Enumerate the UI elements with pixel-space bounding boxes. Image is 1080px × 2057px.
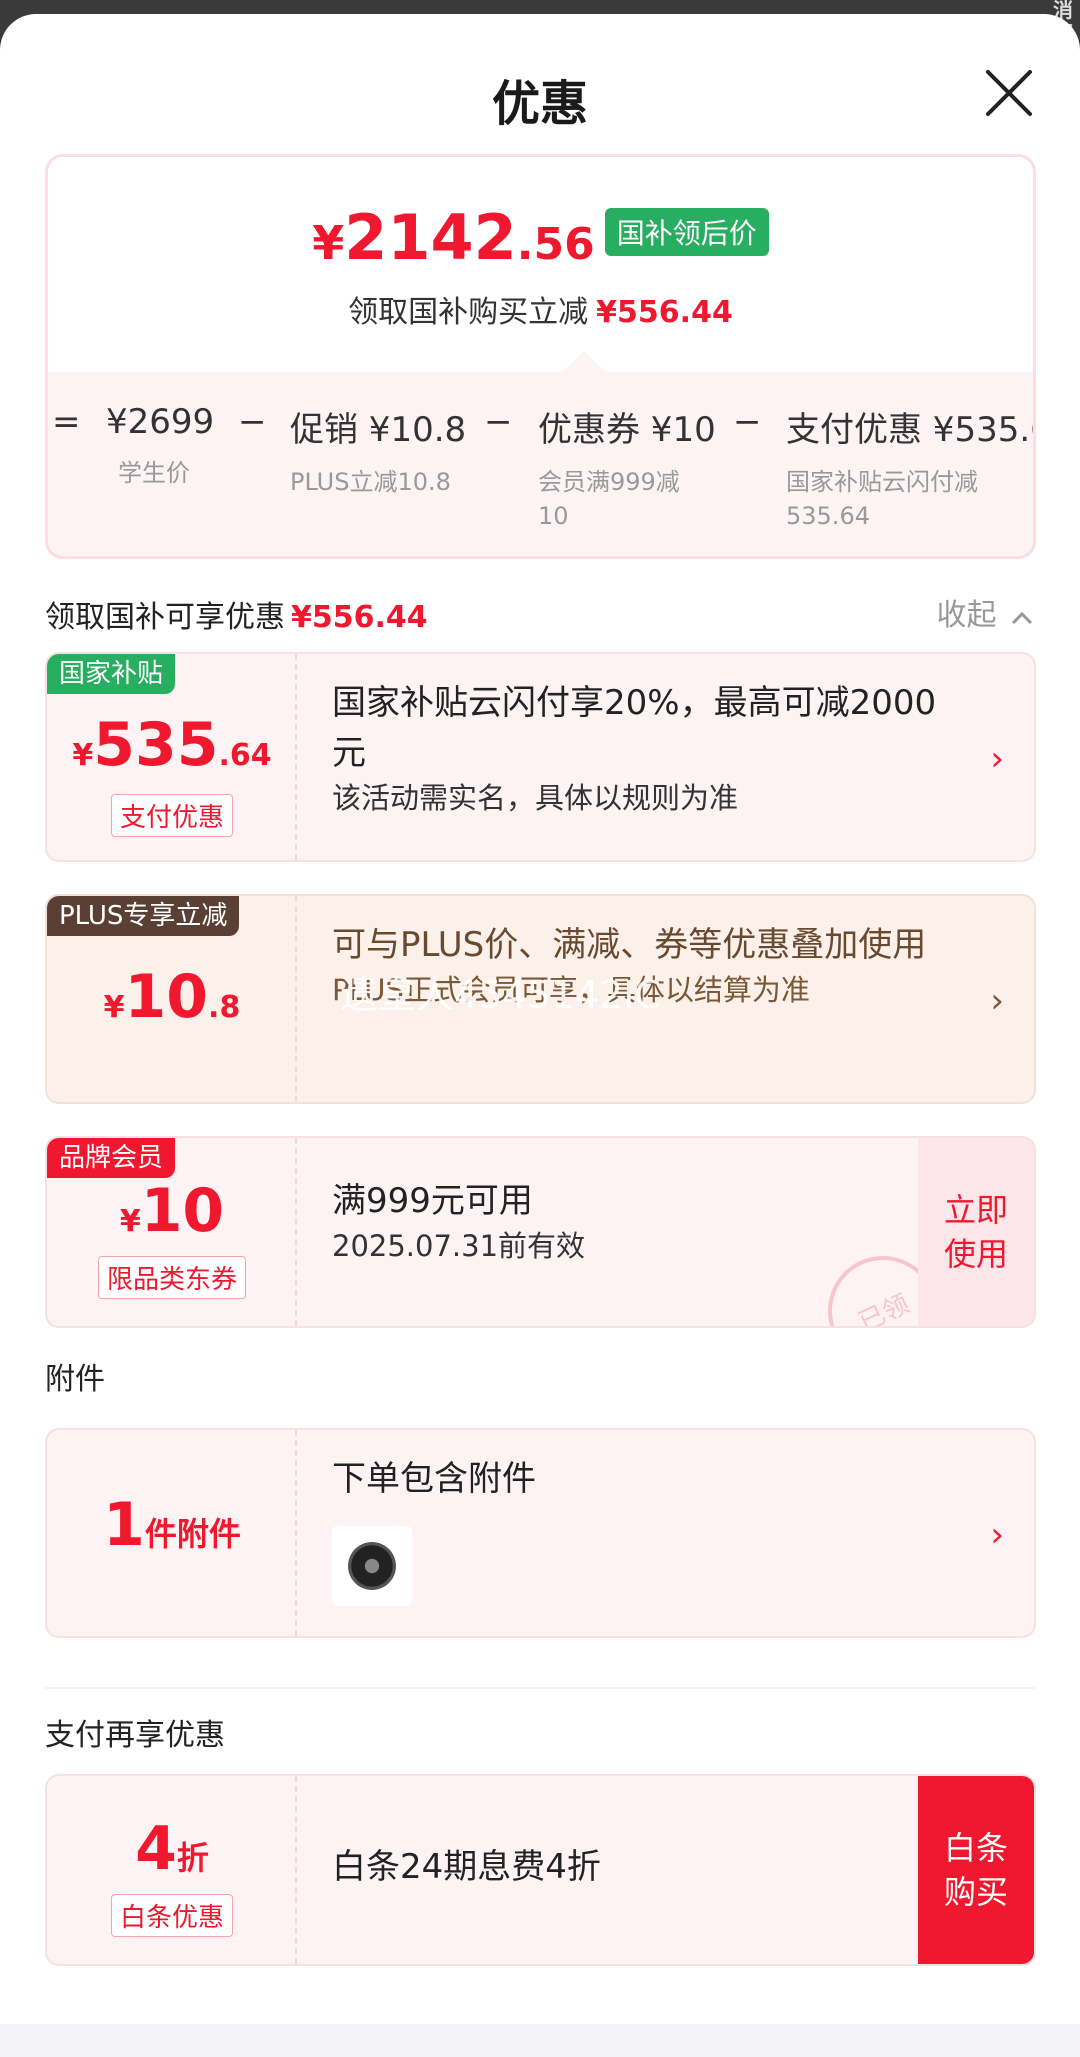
count-unit: 件附件	[144, 1515, 241, 1553]
final-price: ¥2142.56 国补领后价	[48, 201, 1033, 274]
breakdown-op: −	[733, 402, 762, 442]
chevron-up-icon	[1011, 611, 1033, 625]
breakdown-sub: 会员满999减 10	[538, 468, 680, 530]
amount-decimal: .64	[218, 738, 272, 773]
discount-number: 4	[135, 1814, 177, 1884]
section-accessory-header: 附件	[45, 1362, 105, 1397]
section-divider	[45, 1687, 1036, 1689]
card-title: 可与PLUS价、满减、券等优惠叠加使用	[332, 925, 927, 965]
price-integer: 2142	[344, 201, 517, 274]
breakdown-item-coupon: 优惠券 ¥10 会员满999减 10	[538, 402, 716, 533]
accessory-card[interactable]: 1件附件 下单包含附件 ›	[45, 1428, 1036, 1638]
currency-symbol: ¥	[103, 990, 125, 1025]
outdoor-unit-image	[348, 1542, 396, 1590]
amount-decimal: .8	[208, 990, 241, 1025]
currency-symbol: ¥	[72, 738, 94, 773]
card-content: 满999元可用 2025.07.31前有效	[332, 1176, 964, 1266]
discount-value: 4折	[47, 1814, 297, 1884]
card-title: 满999元可用	[332, 1181, 533, 1221]
breakdown-value: 优惠券 ¥10	[538, 410, 716, 450]
card-tag-label: 白条优惠	[110, 1894, 233, 1937]
card-title: 白条24期息费4折	[332, 1847, 601, 1887]
card-content: 白条24期息费4折	[332, 1842, 964, 1892]
card-tag: 支付优惠	[47, 794, 297, 837]
breakdown-op: −	[238, 402, 267, 442]
section-title: 领取国补可享优惠	[45, 600, 285, 635]
card-left: 1件附件	[47, 1430, 297, 1636]
accessory-thumbnail	[332, 1526, 412, 1606]
amount-integer: 10	[124, 962, 209, 1032]
breakdown-op: =	[52, 402, 81, 442]
chevron-right-icon[interactable]: ›	[990, 981, 1004, 1021]
card-tag-label: 支付优惠	[110, 794, 233, 837]
card-amount: ¥10.8	[47, 962, 297, 1032]
amount-integer: 535	[93, 710, 219, 780]
save-text: 领取国补购买立减	[348, 295, 589, 330]
price-decimal: .56	[516, 219, 595, 270]
card-subtitle: PLUS正式会员可享，具体以结算为准	[332, 973, 810, 1007]
card-content: 国家补贴云闪付享20%，最高可减2000元 该活动需实名，具体以规则为准	[332, 678, 964, 818]
price-summary: ¥2142.56 国补领后价 领取国补购买立减 ¥556.44 = ¥2699 学生…	[45, 154, 1036, 559]
breakdown-value: 支付优惠 ¥535.6	[786, 410, 1036, 450]
bottom-bar	[0, 2024, 1080, 2057]
breakdown-item-promo: 促销 ¥10.8 PLUS立减10.8	[290, 402, 466, 499]
card-title: 国家补贴云闪付享20%，最高可减2000元	[332, 683, 937, 773]
breakdown-sub: 学生价	[118, 459, 190, 487]
collapse-button[interactable]: 收起	[936, 590, 1034, 634]
breakdown-value: 促销 ¥10.8	[290, 410, 467, 450]
save-line: 领取国补购买立减 ¥556.44	[48, 287, 1033, 331]
breakdown-sub: 国家补贴云闪付减 535.64	[786, 468, 978, 530]
card-left: 品牌会员 ¥10 限品类东券	[47, 1138, 297, 1326]
subsidy-card[interactable]: 国家补贴 ¥535.64 支付优惠 国家补贴云闪付享20%，最高可减2000元 …	[45, 652, 1036, 862]
amount-integer: 10	[140, 1176, 225, 1246]
save-amount: ¥556.44	[596, 295, 733, 330]
card-left: 4折 白条优惠	[47, 1776, 297, 1964]
card-badge: PLUS专享立减	[47, 896, 240, 936]
plus-card[interactable]: PLUS专享立减 ¥10.8 可与PLUS价、满减、券等优惠叠加使用 PLUS正…	[45, 894, 1036, 1104]
card-content: 可与PLUS价、满减、券等优惠叠加使用 PLUS正式会员可享，具体以结算为准	[332, 920, 964, 1010]
card-amount: ¥535.64	[47, 710, 297, 780]
baitiao-buy-button[interactable]: 白条 购买	[918, 1776, 1034, 1964]
card-tag: 限品类东券	[47, 1256, 297, 1299]
card-amount: ¥10	[47, 1176, 297, 1246]
breakdown-op: −	[484, 402, 513, 442]
card-title: 下单包含附件	[332, 1459, 536, 1499]
section-payment-header: 支付再享优惠	[45, 1718, 225, 1753]
price-tag: 国补领后价	[604, 208, 769, 256]
card-left: 国家补贴 ¥535.64 支付优惠	[47, 654, 297, 860]
coupon-card: 品牌会员 ¥10 限品类东券 满999元可用 2025.07.31前有效 已领 …	[45, 1136, 1036, 1328]
price-breakdown: = ¥2699 学生价 − 促销 ¥10.8 PLUS立减10.8 − 优惠券 …	[48, 372, 1036, 556]
card-badge: 国家补贴	[47, 654, 176, 694]
card-badge: 品牌会员	[47, 1138, 176, 1178]
currency-symbol: ¥	[119, 1204, 141, 1239]
card-left: PLUS专享立减 ¥10.8	[47, 896, 297, 1102]
baitiao-card: 4折 白条优惠 白条24期息费4折 白条 购买	[45, 1774, 1036, 1966]
page-title: 优惠	[491, 76, 588, 132]
count-number: 1	[103, 1490, 145, 1560]
breakdown-sub: PLUS立减10.8	[290, 468, 451, 496]
card-tag-label: 限品类东券	[97, 1256, 246, 1299]
card-tag: 白条优惠	[47, 1894, 297, 1937]
currency-symbol: ¥	[312, 216, 345, 270]
breakdown-value: ¥2699	[106, 402, 215, 442]
section-subsidy-header: 领取国补可享优惠 ¥556.44	[45, 592, 428, 636]
accessory-count: 1件附件	[47, 1490, 297, 1560]
discount-unit: 折	[176, 1839, 209, 1877]
discount-sheet: 优惠 ¥2142.56 国补领后价 领取国补购买立减 ¥556.44 = ¥2699…	[0, 14, 1080, 2057]
card-subtitle: 该活动需实名，具体以规则为准	[332, 781, 739, 815]
use-now-button[interactable]: 立即 使用	[918, 1138, 1034, 1326]
close-icon[interactable]	[982, 66, 1036, 120]
section-amount: ¥556.44	[291, 600, 428, 635]
chevron-right-icon[interactable]: ›	[990, 1515, 1004, 1555]
card-content: 下单包含附件	[332, 1454, 964, 1504]
breakdown-item-student-price: ¥2699 学生价	[106, 402, 214, 490]
breakdown-item-payment: 支付优惠 ¥535.6 国家补贴云闪付减 535.64	[786, 402, 1036, 533]
collapse-label: 收起	[936, 598, 997, 633]
chevron-right-icon[interactable]: ›	[990, 739, 1004, 779]
